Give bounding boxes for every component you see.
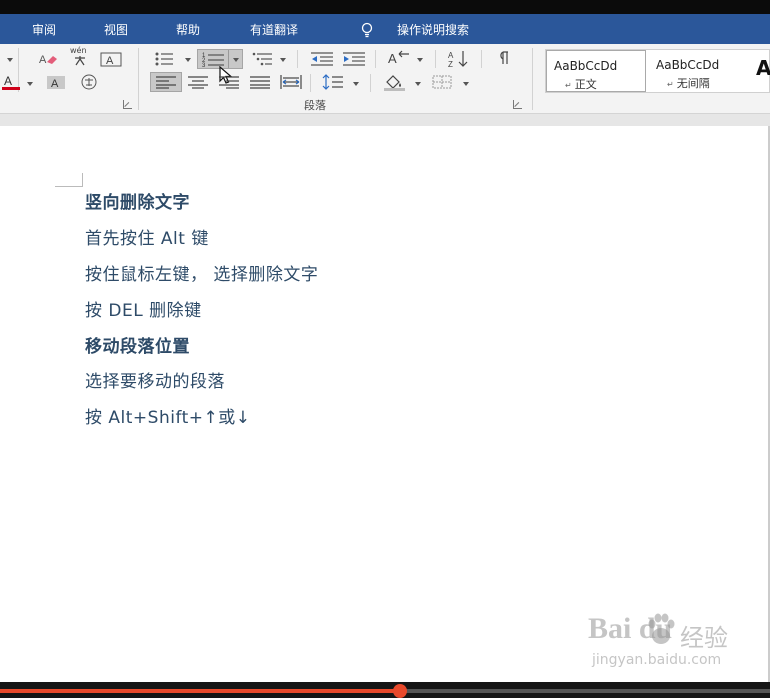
tab-youdao-translate[interactable]: 有道翻译	[250, 22, 298, 38]
doc-paragraph[interactable]: 按住鼠标左键， 选择删除文字	[85, 260, 318, 285]
justify-icon[interactable]	[250, 75, 270, 89]
group-divider	[532, 48, 533, 110]
shading-dropdown-arrow[interactable]	[415, 82, 421, 86]
decrease-indent-icon[interactable]	[310, 51, 334, 67]
enclose-characters-icon[interactable]	[78, 74, 100, 90]
style-name: 正文	[565, 76, 597, 92]
line-spacing-dropdown-arrow[interactable]	[353, 82, 359, 86]
divider	[435, 50, 436, 68]
ribbon-home: A wén A A A 1 2 3 A A Z 段落 AaBbCcDd ↵ 正文…	[0, 44, 770, 114]
video-progress-fill	[0, 689, 401, 693]
tab-help[interactable]: 帮助	[176, 22, 200, 38]
style-sample: AaBbCcDd	[554, 59, 618, 73]
font-size-dropdown-arrow[interactable]	[7, 58, 13, 62]
paragraph-group-label: 段落	[304, 99, 326, 112]
svg-text:A: A	[388, 51, 397, 66]
video-progress-track[interactable]	[0, 684, 770, 698]
svg-text:Z: Z	[448, 60, 453, 69]
watermark-name: 经验	[680, 624, 728, 652]
character-shading-icon[interactable]: A	[46, 75, 66, 90]
doc-paragraph[interactable]: 按 Alt+Shift+↑或↓	[85, 403, 251, 428]
style-no-spacing[interactable]: AaBbCcDd 无间隔	[649, 50, 749, 92]
style-normal[interactable]: AaBbCcDd 正文	[546, 50, 646, 92]
phonetic-glyph-icon	[75, 56, 85, 66]
chinese-layout-icon[interactable]: A	[387, 50, 411, 68]
font-dialog-launcher[interactable]	[123, 100, 132, 109]
divider	[370, 74, 371, 92]
ribbon-tab-bar: 审阅 视图 帮助 有道翻译 操作说明搜索	[0, 14, 770, 44]
watermark-url: jingyan.baidu.com	[592, 652, 722, 668]
divider	[375, 50, 376, 68]
doc-heading[interactable]: 竖向删除文字	[85, 188, 190, 213]
show-formatting-marks-icon[interactable]	[494, 50, 512, 66]
svg-text:A: A	[39, 54, 47, 66]
group-divider	[138, 48, 139, 110]
borders-icon[interactable]	[432, 75, 452, 89]
phonetic-guide-pinyin: wén	[70, 46, 87, 55]
distributed-icon[interactable]	[280, 74, 302, 90]
tell-me-search[interactable]: 操作说明搜索	[397, 22, 469, 38]
styles-gallery: AaBbCcDd 正文 AaBbCcDd 无间隔 A	[545, 49, 770, 93]
line-spacing-icon[interactable]	[322, 74, 344, 90]
tab-view[interactable]: 视图	[104, 22, 128, 38]
style-name: 无间隔	[667, 75, 710, 91]
divider	[297, 50, 298, 68]
svg-text:A: A	[106, 55, 114, 67]
borders-dropdown-arrow[interactable]	[463, 82, 469, 86]
window-top-strip	[0, 0, 770, 14]
video-progress-handle[interactable]	[393, 684, 408, 698]
lightbulb-icon[interactable]	[360, 22, 374, 38]
phonetic-guide-icon[interactable]: wén	[68, 46, 94, 66]
align-left-button[interactable]	[150, 72, 182, 92]
multilevel-list-dropdown-arrow[interactable]	[280, 58, 286, 62]
divider	[481, 50, 482, 68]
shading-icon[interactable]	[383, 73, 407, 91]
svg-text:A: A	[51, 78, 59, 90]
divider	[310, 74, 311, 92]
svg-text:A: A	[448, 51, 454, 60]
chinese-layout-dropdown-arrow[interactable]	[417, 58, 423, 62]
numbering-dropdown-arrow[interactable]	[233, 58, 239, 62]
align-center-icon[interactable]	[188, 75, 208, 89]
increase-indent-icon[interactable]	[342, 51, 366, 67]
margin-crop-mark	[55, 173, 83, 187]
video-controls	[0, 682, 770, 698]
align-right-icon[interactable]	[219, 75, 239, 89]
svg-text:A: A	[4, 74, 12, 88]
align-left-icon	[156, 76, 176, 89]
paragraph-dialog-launcher[interactable]	[513, 100, 522, 109]
tab-review[interactable]: 审阅	[32, 22, 56, 38]
style-sample: AaBbCcDd	[656, 58, 720, 72]
bullets-icon[interactable]	[154, 51, 174, 67]
font-color-icon[interactable]: A	[2, 74, 22, 90]
doc-paragraph[interactable]: 按 DEL 删除键	[85, 296, 202, 321]
font-color-dropdown-arrow[interactable]	[27, 82, 33, 86]
sort-icon[interactable]: A Z	[447, 49, 471, 69]
bullets-dropdown-arrow[interactable]	[185, 58, 191, 62]
doc-heading[interactable]: 移动段落位置	[85, 332, 190, 357]
svg-text:3: 3	[202, 63, 206, 68]
clear-formatting-icon[interactable]: A	[38, 52, 60, 66]
baidu-paw-icon	[648, 613, 675, 644]
baidu-jingyan-watermark: Bai du 经验 jingyan.baidu.com	[588, 612, 738, 674]
document-page[interactable]: 竖向删除文字 首先按住 Alt 键 按住鼠标左键， 选择删除文字 按 DEL 删…	[0, 126, 770, 682]
multilevel-list-icon[interactable]	[252, 51, 274, 67]
doc-paragraph[interactable]: 选择要移动的段落	[85, 367, 225, 392]
document-gutter	[0, 114, 770, 126]
style-heading-partial[interactable]: A	[756, 56, 770, 80]
doc-paragraph[interactable]: 首先按住 Alt 键	[85, 224, 209, 249]
character-border-icon[interactable]: A	[100, 52, 122, 67]
